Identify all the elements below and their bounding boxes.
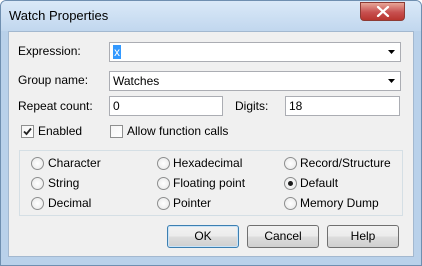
enabled-checkbox[interactable] <box>21 125 34 138</box>
cancel-button[interactable]: Cancel <box>247 225 319 248</box>
radio-character[interactable] <box>31 157 44 170</box>
radio-record-structure-label[interactable]: Record/Structure <box>300 156 391 170</box>
title-bar[interactable]: Watch Properties <box>1 1 421 31</box>
radio-hexadecimal[interactable] <box>157 157 170 170</box>
ok-button[interactable]: OK <box>167 225 239 248</box>
close-icon <box>376 6 390 17</box>
radio-record-structure[interactable] <box>284 157 297 170</box>
display-format-group: Character Hexadecimal Record/Structure S… <box>19 150 403 216</box>
radio-floating-point-label[interactable]: Floating point <box>173 176 245 190</box>
chevron-down-icon <box>388 79 395 83</box>
group-name-dropdown-button[interactable] <box>384 72 400 90</box>
enabled-label[interactable]: Enabled <box>38 124 82 138</box>
expression-value[interactable]: x <box>113 45 121 59</box>
radio-pointer[interactable] <box>157 197 170 210</box>
chevron-down-icon <box>388 50 395 54</box>
radio-string[interactable] <box>31 177 44 190</box>
expression-dropdown-button[interactable] <box>384 43 400 61</box>
radio-string-label[interactable]: String <box>48 176 79 190</box>
digits-field[interactable]: 18 <box>285 96 400 116</box>
radio-decimal[interactable] <box>31 197 44 210</box>
group-name-combo[interactable]: Watches <box>109 71 401 91</box>
radio-pointer-label[interactable]: Pointer <box>173 196 211 210</box>
radio-hexadecimal-label[interactable]: Hexadecimal <box>173 156 242 170</box>
repeat-count-label: Repeat count: <box>18 99 93 113</box>
radio-memory-dump[interactable] <box>284 197 297 210</box>
radio-default[interactable] <box>284 177 297 190</box>
window-title: Watch Properties <box>9 8 109 23</box>
allow-function-calls-label[interactable]: Allow function calls <box>127 124 228 138</box>
check-mark-icon <box>23 127 32 136</box>
expression-label: Expression: <box>18 44 81 58</box>
repeat-count-field[interactable]: 0 <box>109 96 223 116</box>
expression-combo[interactable]: x <box>109 42 401 62</box>
group-name-value[interactable]: Watches <box>113 74 159 88</box>
radio-character-label[interactable]: Character <box>48 156 101 170</box>
radio-decimal-label[interactable]: Decimal <box>48 196 91 210</box>
group-name-label: Group name: <box>18 73 89 87</box>
allow-function-calls-checkbox[interactable] <box>110 125 123 138</box>
close-button[interactable] <box>360 2 405 21</box>
dialog-client-area: Expression: x Group name: Watches Repeat… <box>8 31 414 257</box>
radio-default-label[interactable]: Default <box>300 176 338 190</box>
repeat-count-value[interactable]: 0 <box>113 99 120 113</box>
radio-memory-dump-label[interactable]: Memory Dump <box>300 196 379 210</box>
radio-floating-point[interactable] <box>157 177 170 190</box>
digits-value[interactable]: 18 <box>289 99 302 113</box>
dialog-window: Watch Properties Expression: x Group nam… <box>0 0 422 266</box>
help-button[interactable]: Help <box>327 225 399 248</box>
radio-selected-dot <box>288 181 293 186</box>
digits-label: Digits: <box>235 99 269 113</box>
